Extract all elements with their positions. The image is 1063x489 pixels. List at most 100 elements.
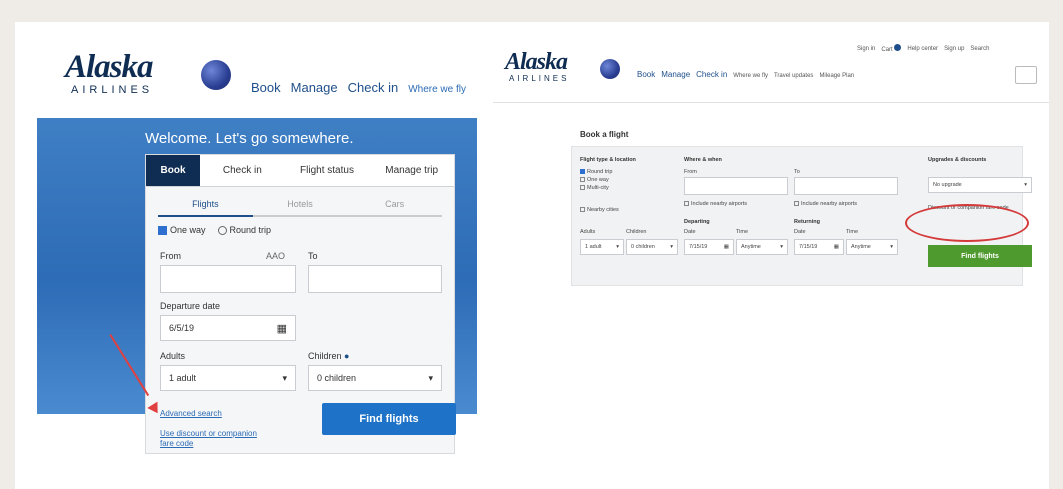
- nav-manage[interactable]: Manage: [291, 80, 338, 95]
- nav-manage[interactable]: Manage: [661, 70, 690, 79]
- adults-label: Adults: [580, 229, 596, 235]
- chevron-down-icon: ▾: [890, 244, 893, 250]
- children-label: Children ●: [308, 351, 350, 361]
- nav-travel-updates[interactable]: Travel updates: [774, 73, 813, 79]
- radio-icon: [580, 169, 585, 175]
- alaska-logo-small[interactable]: Alaska AIRLINES: [505, 50, 595, 90]
- main-nav: Book Manage Check in Where we fly: [251, 80, 466, 95]
- checkbox-icon: [580, 207, 585, 213]
- to-input[interactable]: [308, 265, 442, 293]
- nearby-option[interactable]: Nearby cities: [580, 207, 619, 213]
- departure-label: Departure date: [160, 301, 221, 311]
- nav-book[interactable]: Book: [251, 80, 281, 95]
- subtab-hotels[interactable]: Hotels: [252, 193, 348, 217]
- oneway-option[interactable]: One way: [580, 177, 609, 183]
- help-link[interactable]: Help center: [907, 46, 938, 52]
- to-input[interactable]: [794, 177, 898, 195]
- trip-type: One way Round trip: [158, 225, 442, 236]
- roundtrip-option[interactable]: Round trip: [580, 169, 612, 175]
- nearby-from[interactable]: Include nearby airports: [684, 201, 747, 207]
- signin-link[interactable]: Sign in: [857, 46, 875, 52]
- header-divider: [493, 102, 1049, 103]
- chevron-down-icon: ▾: [1024, 182, 1027, 188]
- find-flights-button[interactable]: Find flights: [928, 245, 1032, 267]
- from-code: AAO: [266, 251, 286, 261]
- returning-label: Returning: [794, 219, 820, 225]
- cart-icon: [894, 44, 902, 51]
- logo-sub: AIRLINES: [509, 74, 570, 83]
- page-title: Book a flight: [580, 130, 629, 139]
- radio-icon: [580, 185, 585, 191]
- dep-time-select[interactable]: Anytime ▾: [736, 239, 788, 255]
- adults-label: Adults: [160, 351, 186, 361]
- nav-mileage-plan[interactable]: Mileage Plan: [819, 73, 854, 79]
- cart-link[interactable]: Cart: [881, 44, 902, 53]
- from-input[interactable]: [684, 177, 788, 195]
- calendar-icon[interactable]: ▦: [724, 244, 729, 250]
- nav-where-we-fly[interactable]: Where we fly: [408, 84, 466, 95]
- ret-date-label: Date: [794, 229, 806, 235]
- nav-checkin[interactable]: Check in: [696, 70, 727, 79]
- signup-link[interactable]: Sign up: [944, 46, 964, 52]
- from-input[interactable]: [160, 265, 296, 293]
- dep-date-input[interactable]: 7/15/19 ▦: [684, 239, 734, 255]
- roundtrip-option[interactable]: Round trip: [217, 225, 271, 236]
- nav-book[interactable]: Book: [637, 70, 655, 79]
- children-select[interactable]: 0 children ▾: [626, 239, 678, 255]
- ret-time-select[interactable]: Anytime ▾: [846, 239, 898, 255]
- dep-date-label: Date: [684, 229, 696, 235]
- info-icon[interactable]: ●: [344, 351, 349, 361]
- departure-date-input[interactable]: 6/5/19 ▦: [160, 315, 296, 341]
- adults-select[interactable]: 1 adult ▾: [160, 365, 296, 391]
- welcome-heading: Welcome. Let's go somewhere.: [145, 130, 354, 147]
- nav-where-we-fly[interactable]: Where we fly: [733, 73, 768, 79]
- children-label: Children: [626, 229, 647, 235]
- booking-subtabs: Flights Hotels Cars: [158, 193, 443, 217]
- radio-icon: [217, 226, 227, 236]
- oneworld-globe-icon: [600, 59, 620, 79]
- subtab-flights[interactable]: Flights: [158, 193, 253, 217]
- tab-manage-trip[interactable]: Manage trip: [369, 155, 454, 186]
- annotation-circle: [905, 204, 1029, 242]
- departing-label: Departing: [684, 219, 710, 225]
- checkbox-icon: [684, 201, 689, 207]
- tab-checkin[interactable]: Check in: [200, 155, 285, 186]
- utility-links: Sign in Cart Help center Sign up Search: [857, 44, 989, 53]
- calendar-icon[interactable]: ▦: [277, 322, 287, 335]
- search-link[interactable]: Search: [970, 46, 989, 52]
- adults-select[interactable]: 1 adult ▾: [580, 239, 624, 255]
- alaska-logo[interactable]: Alaska AIRLINES: [65, 50, 185, 100]
- where-when-label: Where & when: [684, 157, 722, 163]
- upgrade-select[interactable]: No upgrade ▾: [928, 177, 1032, 193]
- subtab-cars[interactable]: Cars: [347, 193, 443, 217]
- tab-flight-status[interactable]: Flight status: [285, 155, 370, 186]
- to-label: To: [794, 169, 800, 175]
- logo-sub: AIRLINES: [71, 84, 154, 96]
- calendar-icon[interactable]: ▦: [834, 244, 839, 250]
- multicity-option[interactable]: Multi-city: [580, 185, 609, 191]
- logo-word: Alaska: [505, 49, 568, 75]
- from-label: From: [160, 251, 181, 261]
- tab-book[interactable]: Book: [146, 155, 200, 186]
- chevron-down-icon: ▾: [428, 372, 433, 383]
- checkbox-icon: [158, 226, 167, 236]
- discount-code-link[interactable]: Use discount or companion fare code: [160, 429, 270, 449]
- dep-time-label: Time: [736, 229, 749, 235]
- to-label: To: [308, 251, 318, 261]
- ret-time-label: Time: [846, 229, 859, 235]
- advanced-search-link[interactable]: Advanced search: [160, 409, 222, 418]
- children-select[interactable]: 0 children ▾: [308, 365, 442, 391]
- radio-icon: [580, 177, 585, 183]
- chevron-down-icon: ▾: [282, 372, 287, 383]
- oneway-option[interactable]: One way: [158, 225, 206, 236]
- nearby-to[interactable]: Include nearby airports: [794, 201, 857, 207]
- chevron-down-icon: ▾: [616, 244, 619, 250]
- chevron-down-icon: ▾: [670, 244, 673, 250]
- logo-word: Alaska: [65, 49, 154, 85]
- oneworld-globe-icon: [201, 60, 231, 90]
- find-flights-button[interactable]: Find flights: [322, 403, 456, 435]
- nav-checkin[interactable]: Check in: [348, 80, 399, 95]
- search-input[interactable]: [1015, 66, 1037, 84]
- screenshot-canvas: Alaska AIRLINES Book Manage Check in Whe…: [15, 22, 1049, 489]
- ret-date-input[interactable]: 7/15/19 ▦: [794, 239, 844, 255]
